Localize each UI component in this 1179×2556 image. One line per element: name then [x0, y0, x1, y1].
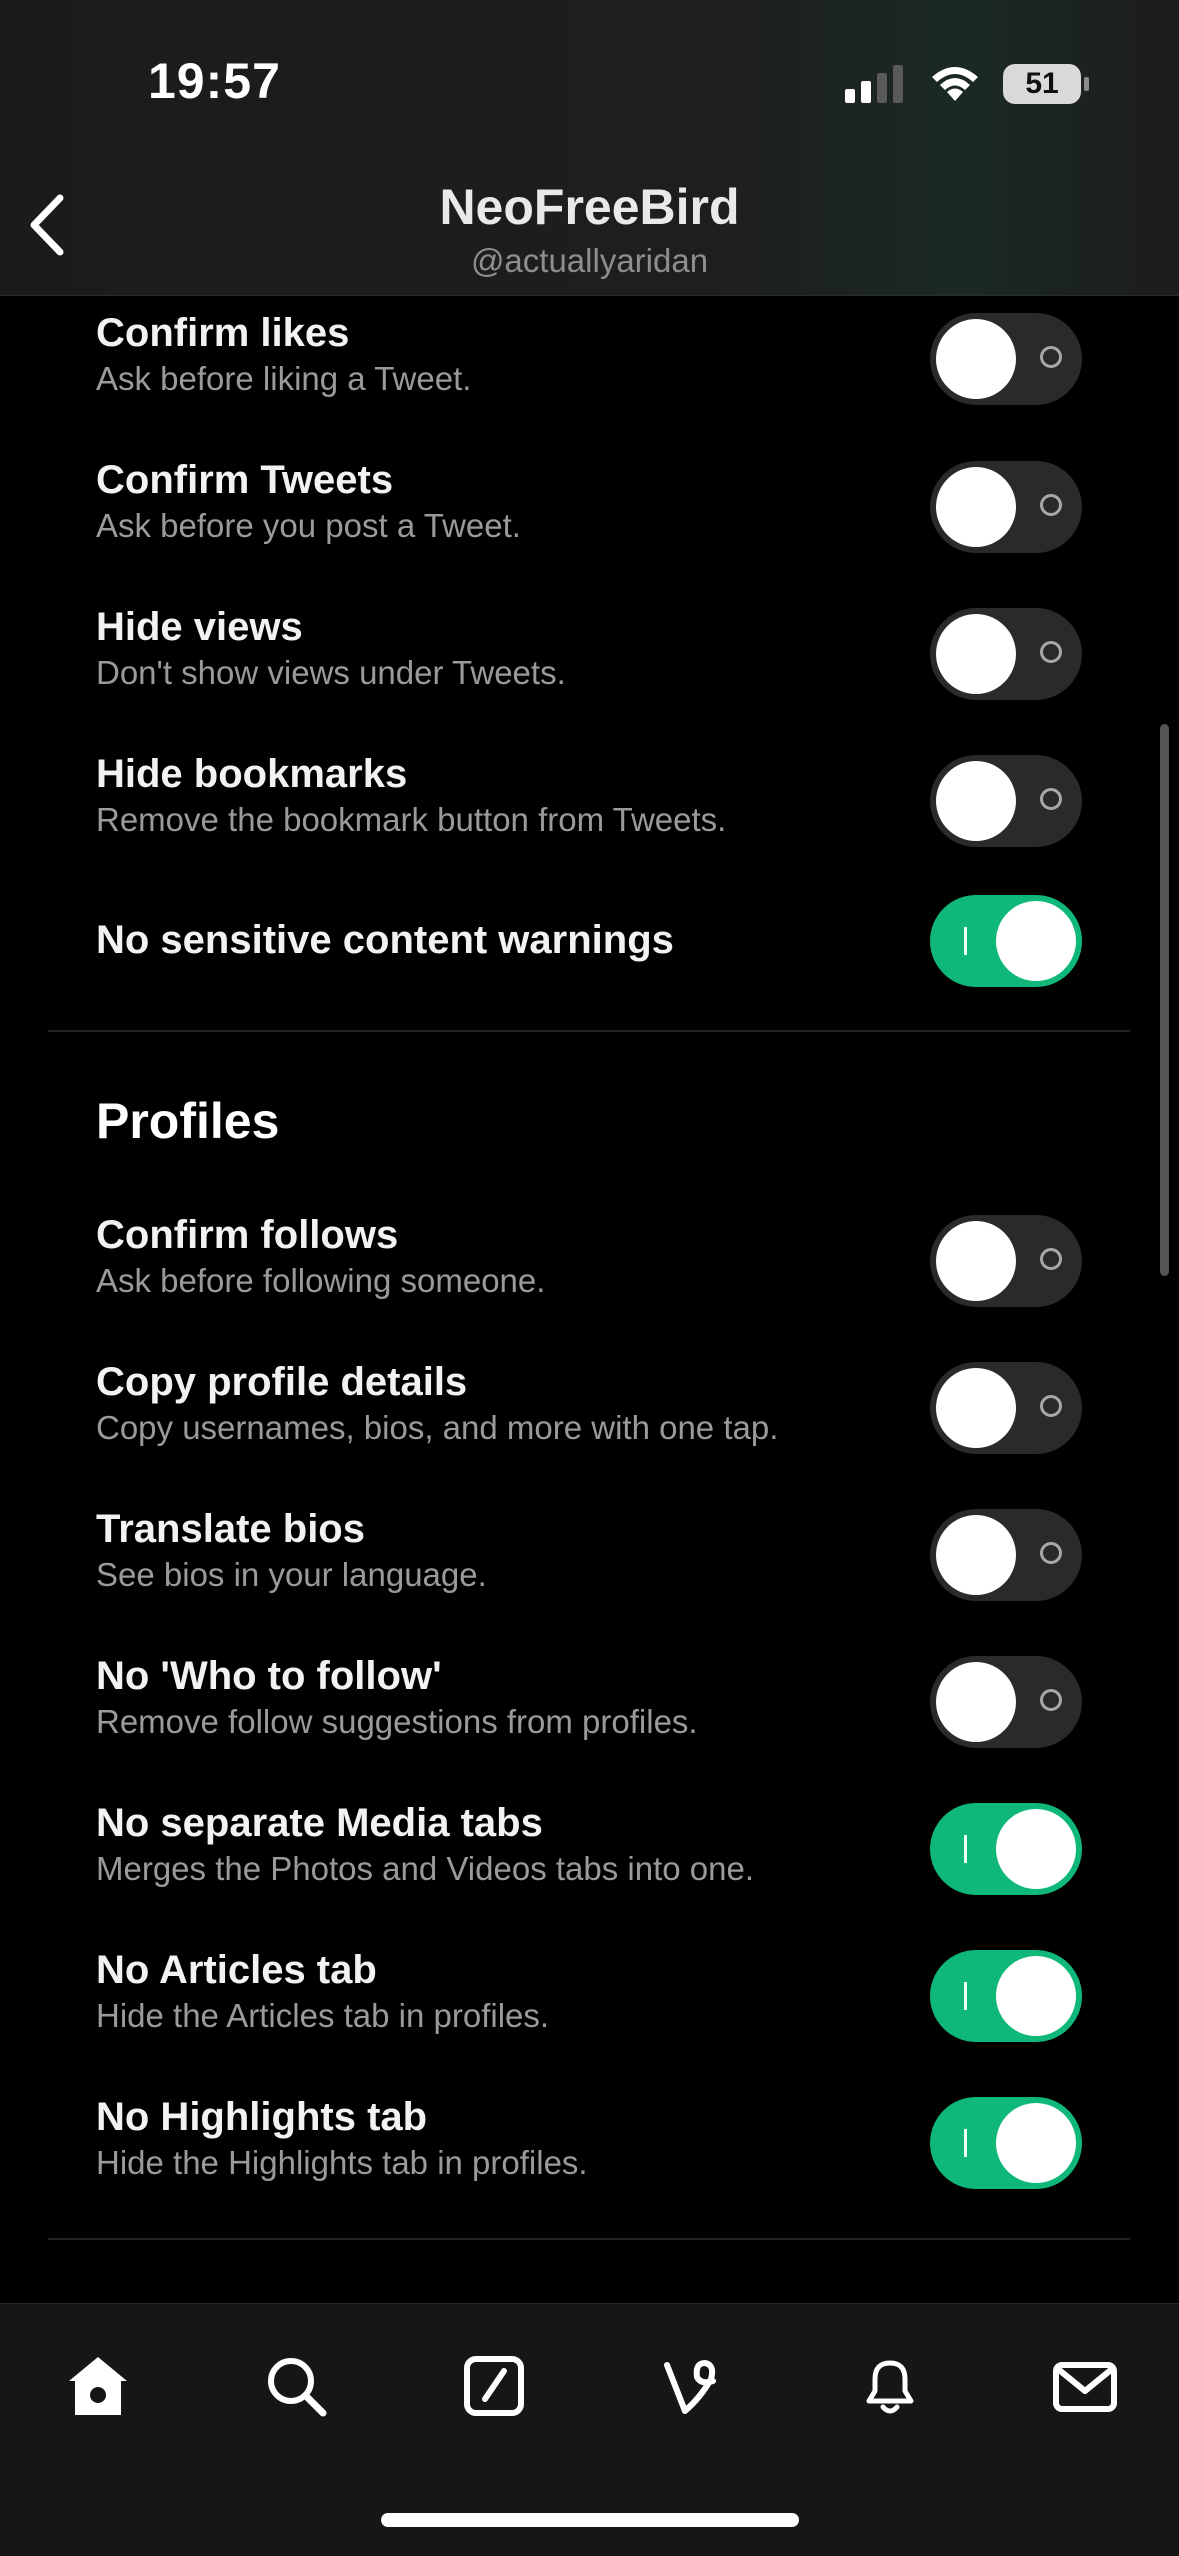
tab-vine[interactable] [652, 2346, 732, 2426]
cellular-signal-icon [845, 65, 903, 103]
notifications-icon [866, 2360, 914, 2414]
toggle-hide-bookmarks[interactable] [930, 755, 1082, 847]
toggle-no-sensitive-warnings[interactable] [930, 895, 1082, 987]
toggle-no-who-to-follow[interactable] [930, 1656, 1082, 1748]
tab-messages[interactable] [1045, 2346, 1125, 2426]
account-handle: @actuallyaridan [470, 242, 709, 279]
tab-notifications[interactable] [850, 2346, 930, 2426]
home-icon [69, 2357, 127, 2415]
tab-compose[interactable] [454, 2346, 534, 2426]
toggle-confirm-tweets[interactable] [930, 461, 1082, 553]
toggle-translate-bios[interactable] [930, 1509, 1082, 1601]
tab-home[interactable] [58, 2346, 138, 2426]
messages-icon [1053, 2362, 1117, 2412]
vine-icon [664, 2360, 716, 2414]
toggle-no-highlights-tab[interactable] [930, 2097, 1082, 2189]
scrollbar[interactable] [1160, 724, 1169, 1276]
toggle-confirm-likes[interactable] [930, 313, 1082, 405]
status-icons: 51 [845, 64, 1089, 104]
toggle-copy-profile-details[interactable] [930, 1362, 1082, 1454]
toggle-no-separate-media-tabs[interactable] [930, 1803, 1082, 1895]
toggle-confirm-follows[interactable] [930, 1215, 1082, 1307]
toggle-hide-views[interactable] [930, 608, 1082, 700]
home-indicator[interactable] [381, 2513, 799, 2527]
tab-search[interactable] [256, 2346, 336, 2426]
wifi-icon [932, 67, 978, 101]
status-time: 19:57 [148, 53, 281, 109]
section-heading-profiles: Profiles [96, 1093, 280, 1149]
search-icon [268, 2358, 327, 2417]
battery-indicator: 51 [1003, 64, 1089, 104]
section-divider [48, 2238, 1130, 2240]
settings-screen: 19:57 51 NeoFreeBird @actuallyaridan Con… [0, 0, 1179, 2556]
page-title: NeoFreeBird [439, 179, 740, 235]
compose-icon [464, 2356, 524, 2416]
top-bar: 19:57 51 NeoFreeBird @actuallyaridan [0, 0, 1179, 296]
section-divider [48, 1030, 1130, 1032]
toggle-no-articles-tab[interactable] [930, 1950, 1082, 2042]
